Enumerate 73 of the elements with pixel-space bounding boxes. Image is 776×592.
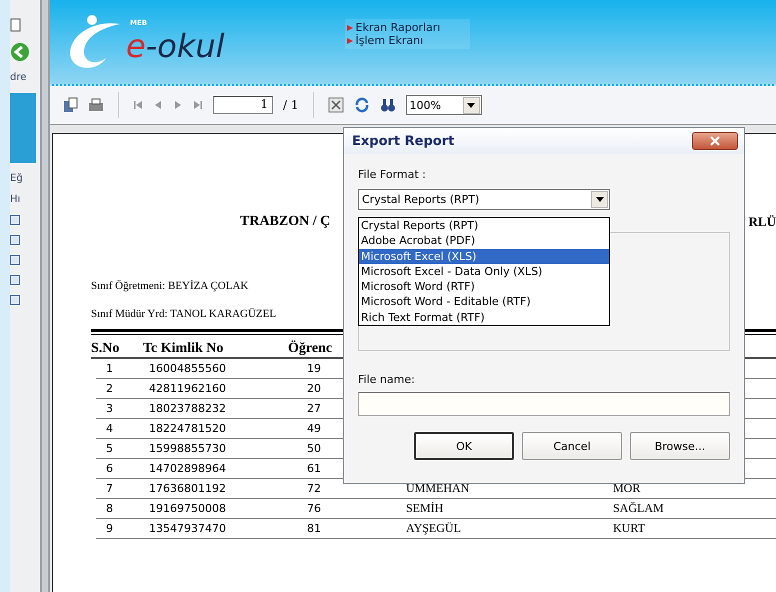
- page-total: / 1: [283, 98, 298, 112]
- field-label-fragment: Hı: [10, 194, 20, 205]
- table-cell: 3: [106, 402, 113, 415]
- binoculars-icon[interactable]: [380, 97, 396, 113]
- zoom-dropdown[interactable]: 100%: [406, 95, 482, 115]
- format-option[interactable]: Microsoft Excel (XLS): [359, 248, 609, 264]
- next-page-icon[interactable]: [173, 100, 183, 110]
- file-name-field[interactable]: [358, 392, 730, 416]
- dialog-button[interactable]: Browse...: [630, 432, 730, 460]
- previous-page-icon[interactable]: [153, 100, 163, 110]
- last-page-icon[interactable]: [193, 100, 203, 110]
- field-label: File Format :: [358, 168, 427, 181]
- table-cell: 16004855560: [149, 362, 226, 375]
- report-title: RLÜ: [748, 214, 776, 230]
- field-label: File name:: [358, 373, 416, 386]
- table-cell: 50: [307, 442, 321, 455]
- table-cell: 4: [106, 422, 113, 435]
- table-cell: MOR: [613, 481, 640, 495]
- export-icon[interactable]: [62, 97, 78, 113]
- caret-icon: [467, 102, 475, 108]
- table-cell: 8: [106, 502, 113, 515]
- table-cell: 76: [307, 502, 321, 515]
- dialog-button[interactable]: Cancel: [522, 432, 622, 460]
- close-report-icon[interactable]: [328, 97, 344, 113]
- table-cell: 19169750008: [149, 502, 226, 515]
- table-cell: 6: [106, 462, 113, 475]
- close-button[interactable]: [692, 132, 738, 150]
- report-info-line: Sınıf Öğretmeni: BEYİZA ÇOLAK: [91, 279, 248, 294]
- refresh-icon[interactable]: [354, 97, 370, 113]
- table-cell: 61: [307, 462, 321, 475]
- table-cell: 5: [106, 442, 113, 455]
- table-cell: AYŞEGÜL: [406, 521, 461, 535]
- nav-link[interactable]: İşlem Ekranı: [346, 34, 440, 47]
- table-cell: 18023788232: [149, 402, 226, 415]
- print-icon[interactable]: [88, 97, 104, 113]
- bullet-arrow-icon: [346, 38, 353, 44]
- first-page-icon[interactable]: [133, 100, 143, 110]
- logo-text: e-okul: [126, 27, 225, 66]
- table-cell: ÜMMEHAN: [406, 481, 470, 495]
- table-cell: 9: [106, 522, 113, 535]
- field-label-fragment: Eğ: [10, 173, 23, 184]
- table-cell: 7: [106, 482, 113, 495]
- table-cell: 14702898964: [149, 462, 226, 475]
- dialog-title: Export Report: [352, 134, 454, 148]
- table-cell: 13547937470: [149, 522, 226, 535]
- table-cell: 17636801192: [149, 482, 226, 495]
- table-cell: 27: [307, 402, 321, 415]
- table-cell: 81: [307, 522, 321, 535]
- column-header: Tc Kimlik No: [143, 335, 288, 359]
- table-cell: 72: [307, 482, 321, 495]
- table-cell: 42811962160: [149, 382, 226, 395]
- table-cell: 20: [307, 382, 321, 395]
- table-cell: KURT: [613, 521, 645, 535]
- close-icon: [710, 136, 720, 146]
- page-number-field[interactable]: 1: [213, 96, 273, 114]
- page-icon: [10, 18, 22, 32]
- address-label-fragment: dre: [10, 72, 26, 83]
- column-header: S.No: [91, 335, 143, 359]
- table-cell: 49: [307, 422, 321, 435]
- table-cell: SAĞLAM: [613, 501, 664, 515]
- dialog-button[interactable]: OK: [414, 432, 514, 460]
- nav-link[interactable]: Ekran Raporları: [346, 21, 440, 34]
- table-cell: 1: [106, 362, 113, 375]
- bullet-arrow-icon: [346, 24, 353, 30]
- report-info-line: Sınıf Müdür Yrd: TANOL KARAGÜZEL: [91, 307, 276, 322]
- table-cell: 2: [106, 382, 113, 395]
- format-dropdown[interactable]: Crystal Reports (RPT): [358, 189, 610, 210]
- caret-icon: [596, 197, 604, 202]
- report-title: TRABZON / Ç: [240, 214, 330, 230]
- table-cell: SEMİH: [406, 501, 444, 515]
- table-cell: 19: [307, 362, 321, 375]
- table-cell: 15998855730: [149, 442, 226, 455]
- table-cell: 18224781520: [149, 422, 226, 435]
